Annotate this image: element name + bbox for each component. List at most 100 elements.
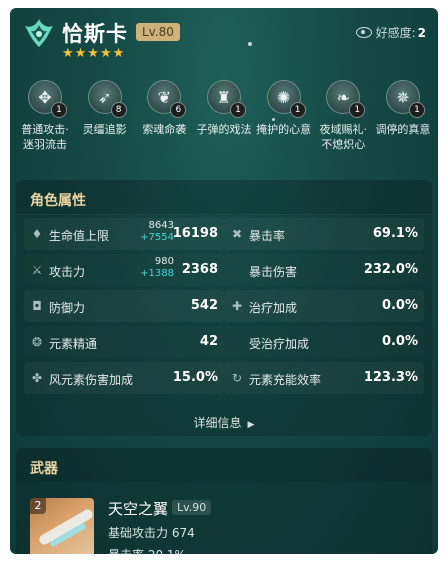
attribute-label: 攻击力 <box>49 265 86 279</box>
details-link[interactable]: 详细信息 ▶ <box>16 414 432 431</box>
attribute-label: 生命值上限 <box>49 229 110 243</box>
attributes-title: 角色属性 <box>30 193 86 209</box>
attribute-elemental-mastery: ❂ 元素精通 42 <box>24 326 224 358</box>
crit-rate-icon: ✖ <box>231 227 243 241</box>
friendship-indicator: 好感度: 2 <box>355 24 426 41</box>
attribute-healing-bonus: ✚ 治疗加成 0.0% <box>224 290 424 322</box>
talent-name: 调停的真意 <box>375 123 431 136</box>
attribute-incoming-healing: 受治疗加成 0.0% <box>224 326 424 358</box>
talent-level: 8 <box>110 102 127 118</box>
talent-item[interactable]: ✵ 1 调停的真意 <box>374 80 432 166</box>
talent-name: 子弹的戏法 <box>196 123 252 136</box>
eye-icon <box>355 27 372 38</box>
talent-name: 索魂命袭 <box>142 123 187 136</box>
talent-name: 夜域赐礼·不熄炽心 <box>319 123 368 151</box>
talent-level: 6 <box>170 102 187 118</box>
weapon-base-attack: 基础攻击力 674 <box>108 526 195 540</box>
attribute-value: 123.3% <box>363 370 418 385</box>
weapon-level-badge: Lv.90 <box>172 500 212 515</box>
talent-name: 普通攻击·迷羽流击 <box>21 123 69 151</box>
attribute-row: ✤ 风元素伤害加成 15.0% ↻ 元素充能效率 123.3% <box>24 362 424 398</box>
lasso-icon: ➶ 8 <box>87 80 127 118</box>
talent-level: 1 <box>349 102 366 118</box>
character-name: 恰斯卡 <box>62 22 128 46</box>
anemo-element-icon <box>25 19 53 47</box>
attribute-anemo-dmg-bonus: ✤ 风元素伤害加成 15.0% <box>24 362 224 394</box>
attribute-value: 2368 <box>181 262 218 277</box>
attribute-base: 980 <box>154 256 174 267</box>
attribute-row: ♦ 生命值上限 8643 +7554 16198 ✖ 暴击率 69.1% <box>24 218 424 254</box>
details-label: 详细信息 <box>193 416 242 430</box>
favor-label: 好感度: <box>375 26 416 40</box>
feather-swirl-icon: ❦ 6 <box>147 80 187 118</box>
talent-item[interactable]: ✺ 1 掩护的心意 <box>255 80 313 166</box>
attribute-bonus: +1388 <box>140 268 174 279</box>
attribute-label: 风元素伤害加成 <box>49 373 134 387</box>
character-header: 恰斯卡 Lv.80 ★★★★★ 好感度: 2 <box>10 8 438 68</box>
weapon-header: 武器 <box>16 448 432 482</box>
attribute-label: 元素精通 <box>49 337 98 351</box>
attribute-row: ◘ 防御力 542 ✚ 治疗加成 0.0% <box>24 290 424 326</box>
attribute-label: 元素充能效率 <box>249 373 322 387</box>
recharge-icon: ↻ <box>231 371 243 385</box>
attribute-label: 防御力 <box>49 301 86 315</box>
attribute-value: 0.0% <box>381 298 418 313</box>
talent-name: 掩护的心意 <box>256 123 312 136</box>
refinement-badge: 2 <box>30 498 46 514</box>
flame-icon: ✵ 1 <box>385 80 425 118</box>
attribute-value: 542 <box>190 298 218 313</box>
burst-icon: ✺ 1 <box>266 80 306 118</box>
attribute-value: 42 <box>199 334 218 349</box>
attributes-header: 角色属性 <box>16 180 432 215</box>
talent-item[interactable]: ❦ 6 索魂命袭 <box>135 80 193 166</box>
talent-item[interactable]: ✥ 1 普通攻击·迷羽流击 <box>16 80 74 166</box>
rarity-stars: ★★★★★ <box>62 46 126 61</box>
talent-item[interactable]: ➶ 8 灵缰追影 <box>76 80 134 166</box>
attribute-value: 0.0% <box>381 334 418 349</box>
mastery-icon: ❂ <box>31 335 43 349</box>
character-level-badge: Lv.80 <box>136 23 180 41</box>
weapon-name: 天空之翼 <box>108 500 169 518</box>
talent-level: 1 <box>51 102 67 118</box>
attributes-grid: ♦ 生命值上限 8643 +7554 16198 ✖ 暴击率 69.1% ⚔ 攻… <box>24 218 424 398</box>
attribute-crit-damage: 暴击伤害 232.0% <box>224 254 424 286</box>
attribute-value: 16198 <box>172 226 218 241</box>
talent-level: 1 <box>289 102 306 118</box>
talent-name: 灵缰追影 <box>82 123 127 136</box>
attribute-label: 暴击率 <box>249 229 286 243</box>
weapon-panel: 武器 2 天空之翼 Lv.90 基础攻击力 674 暴击率 20.1% <box>16 448 432 554</box>
attributes-panel: 角色属性 ♦ 生命值上限 8643 +7554 16198 ✖ 暴击率 69.1… <box>16 180 432 436</box>
weapon-crit-rate: 暴击率 20.1% <box>108 546 186 554</box>
attribute-value: 15.0% <box>172 370 218 385</box>
attribute-label: 受治疗加成 <box>249 337 310 351</box>
crossbow-icon: ✥ 1 <box>28 80 67 118</box>
talent-item[interactable]: ❧ 1 夜域赐礼·不熄炽心 <box>314 80 372 166</box>
attribute-energy-recharge: ↻ 元素充能效率 123.3% <box>224 362 424 394</box>
anemo-icon: ✤ <box>31 371 43 385</box>
wing-icon: ❧ 1 <box>326 80 366 118</box>
attribute-hp: ♦ 生命值上限 8643 +7554 16198 <box>24 218 224 250</box>
attribute-row: ⚔ 攻击力 980 +1388 2368 暴击伤害 232.0% <box>24 254 424 290</box>
healing-icon: ✚ <box>231 299 243 313</box>
attack-icon: ⚔ <box>31 263 43 277</box>
attribute-row: ❂ 元素精通 42 受治疗加成 0.0% <box>24 326 424 362</box>
attribute-base: 8643 <box>148 220 174 231</box>
attribute-label: 治疗加成 <box>249 301 298 315</box>
attribute-value: 69.1% <box>372 226 418 241</box>
bullet-icon: ♜ 1 <box>206 80 246 118</box>
attribute-defense: ◘ 防御力 542 <box>24 290 224 322</box>
defense-icon: ◘ <box>32 299 42 313</box>
attribute-attack: ⚔ 攻击力 980 +1388 2368 <box>24 254 224 286</box>
talent-list: ✥ 1 普通攻击·迷羽流击 ➶ 8 灵缰追影 ❦ 6 索魂命袭 ♜ 1 子弹的戏法 ✺ 1… <box>16 80 432 166</box>
weapon-title: 武器 <box>30 461 58 477</box>
weapon-image[interactable]: 2 <box>30 498 94 554</box>
character-panel: 恰斯卡 Lv.80 ★★★★★ 好感度: 2 ✥ 1 普通攻击·迷羽流击 ➶ 8 灵缰… <box>10 8 438 554</box>
attribute-value: 232.0% <box>363 262 418 277</box>
talent-item[interactable]: ♜ 1 子弹的戏法 <box>195 80 253 166</box>
attribute-label: 暴击伤害 <box>249 265 298 279</box>
attribute-crit-rate: ✖ 暴击率 69.1% <box>224 218 424 250</box>
favor-value: 2 <box>417 26 426 40</box>
talent-level: 1 <box>229 102 246 118</box>
hp-icon: ♦ <box>31 227 43 241</box>
talent-level: 1 <box>408 102 425 118</box>
